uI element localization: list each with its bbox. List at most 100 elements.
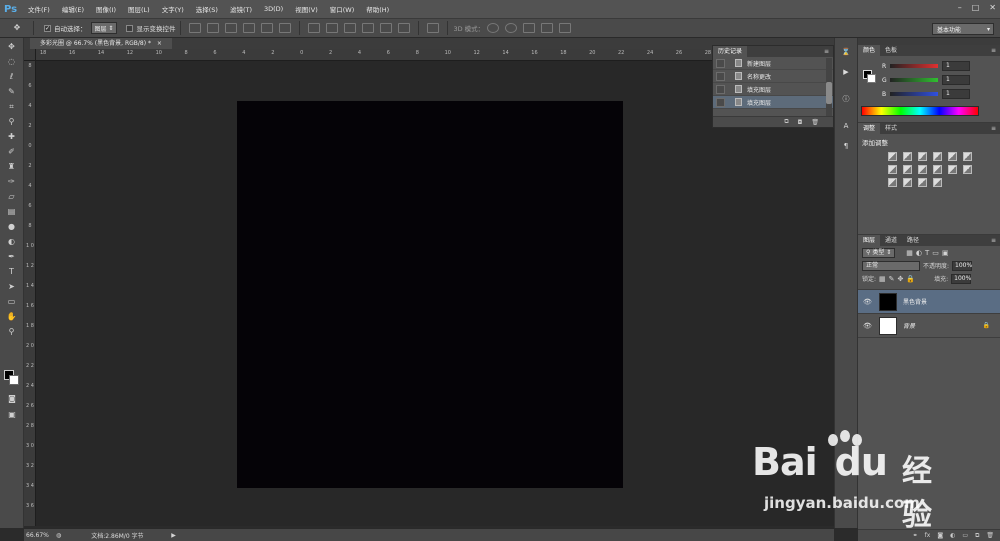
new-layer-icon[interactable]: ⧉	[975, 532, 979, 540]
new-group-icon[interactable]: ▭	[962, 532, 968, 539]
layer-row[interactable]: 👁 背景 🔒	[858, 314, 1000, 338]
tab-history[interactable]: 历史记录	[713, 46, 748, 57]
history-checkbox[interactable]	[716, 84, 725, 94]
filter-adjust-icon[interactable]: ◐	[916, 249, 922, 257]
menu-filter[interactable]: 滤镜(T)	[224, 4, 258, 14]
healing-brush-tool-icon[interactable]: ✚	[5, 131, 19, 143]
menu-window[interactable]: 窗口(W)	[324, 4, 361, 14]
auto-align-icon[interactable]	[427, 23, 440, 33]
lock-all-icon[interactable]: 🔒	[906, 275, 915, 283]
eyedropper-tool-icon[interactable]: ⚲	[5, 116, 19, 128]
filter-type-icon[interactable]: T	[925, 249, 929, 257]
levels-icon[interactable]	[903, 152, 912, 161]
rectangle-tool-icon[interactable]: ▭	[5, 296, 19, 308]
filter-pixel-icon[interactable]: ▦	[906, 249, 913, 257]
crop-tool-icon[interactable]: ⌗	[5, 101, 19, 113]
menu-select[interactable]: 选择(S)	[190, 4, 224, 14]
new-document-from-state-icon[interactable]: ⧉	[784, 118, 788, 126]
document-canvas[interactable]	[237, 101, 623, 488]
screen-mode-icon[interactable]: ▣	[5, 409, 19, 421]
color-background-swatch[interactable]	[867, 74, 876, 83]
tab-swatches[interactable]: 色板	[880, 45, 902, 56]
quick-mask-icon[interactable]: ◙	[5, 393, 19, 405]
clone-stamp-tool-icon[interactable]: ♜	[5, 161, 19, 173]
color-balance-icon[interactable]	[888, 165, 897, 174]
history-item[interactable]: 新建图层	[713, 57, 833, 70]
filter-shape-icon[interactable]: ▭	[932, 249, 939, 257]
tab-paths[interactable]: 路径	[902, 235, 924, 246]
distribute-left-icon[interactable]	[362, 23, 375, 33]
threshold-icon[interactable]	[903, 178, 912, 187]
opacity-field[interactable]: 100%	[952, 260, 972, 271]
pen-tool-icon[interactable]: ✒	[5, 251, 19, 263]
posterize-icon[interactable]	[888, 178, 897, 187]
menu-view[interactable]: 视图(V)	[289, 4, 324, 14]
red-value-field[interactable]: 1	[942, 61, 970, 71]
align-right-icon[interactable]	[279, 23, 292, 33]
align-vcenter-icon[interactable]	[207, 23, 220, 33]
canvas-area[interactable]	[36, 61, 834, 526]
gradient-tool-icon[interactable]: ▤	[5, 206, 19, 218]
blue-value-field[interactable]: 1	[942, 89, 970, 99]
tab-adjustments[interactable]: 调整	[858, 123, 881, 134]
dodge-tool-icon[interactable]: ◐	[5, 236, 19, 248]
workspace-dropdown[interactable]: 基本功能 ▾	[932, 23, 994, 35]
trash-icon[interactable]: 🗑	[811, 119, 819, 126]
menu-3d[interactable]: 3D(D)	[258, 5, 289, 13]
background-color-swatch[interactable]	[9, 375, 19, 385]
lock-pixels-icon[interactable]: ✎	[889, 275, 895, 283]
history-scrollbar[interactable]	[826, 58, 832, 116]
maximize-button[interactable]: □	[972, 3, 980, 12]
history-brush-tool-icon[interactable]: ✑	[5, 176, 19, 188]
panel-menu-icon[interactable]: ≡	[991, 237, 996, 244]
rotate-3d-icon[interactable]	[487, 23, 500, 33]
paragraph-panel-icon[interactable]: ¶	[839, 141, 853, 152]
channel-mixer-icon[interactable]	[933, 165, 942, 174]
brightness-contrast-icon[interactable]	[888, 152, 897, 161]
layer-filter-dropdown[interactable]: ⚲ 类型 ⇕	[862, 247, 896, 258]
marquee-tool-icon[interactable]: ◌	[5, 56, 19, 68]
lasso-tool-icon[interactable]: ℓ	[5, 71, 19, 83]
app-logo[interactable]: Ps	[4, 1, 22, 17]
filter-smart-icon[interactable]: ▣	[942, 249, 949, 257]
drag-3d-icon[interactable]	[523, 23, 536, 33]
brush-tool-icon[interactable]: ✐	[5, 146, 19, 158]
auto-select-dropdown[interactable]: 图层 ⇕	[90, 22, 118, 34]
auto-select-checkbox[interactable]: ✓	[44, 24, 51, 32]
history-checkbox[interactable]	[716, 71, 725, 81]
color-lookup-icon[interactable]	[948, 165, 957, 174]
green-value-field[interactable]: 1	[942, 75, 970, 85]
black-white-icon[interactable]	[903, 165, 912, 174]
move-tool-icon[interactable]: ✥	[5, 41, 19, 53]
show-transform-checkbox[interactable]	[126, 24, 134, 32]
tab-layers[interactable]: 图层	[858, 235, 881, 246]
tab-styles[interactable]: 样式	[880, 123, 902, 134]
menu-image[interactable]: 图像(I)	[90, 4, 122, 14]
fill-field[interactable]: 100%	[951, 273, 971, 284]
status-menu-arrow-icon[interactable]: ▶	[171, 532, 176, 539]
tab-channels[interactable]: 通道	[880, 235, 902, 246]
history-checkbox[interactable]	[716, 97, 725, 107]
menu-layer[interactable]: 图层(L)	[122, 4, 156, 14]
ruler-origin[interactable]	[24, 49, 36, 61]
move-tool-preset-icon[interactable]: ✥	[10, 22, 24, 34]
history-item[interactable]: 填充图层	[713, 83, 833, 96]
panel-menu-icon[interactable]: ≡	[824, 48, 829, 55]
menu-type[interactable]: 文字(Y)	[156, 4, 190, 14]
align-bottom-icon[interactable]	[225, 23, 238, 33]
scrollbar-thumb[interactable]	[826, 82, 832, 104]
history-item-selected[interactable]: 填充图层	[713, 96, 833, 109]
layer-name[interactable]: 背景	[903, 321, 915, 330]
visibility-eye-icon[interactable]: 👁	[863, 298, 873, 306]
gradient-map-icon[interactable]	[933, 178, 942, 187]
menu-edit[interactable]: 编辑(E)	[56, 4, 90, 14]
distribute-hcenter-icon[interactable]	[380, 23, 393, 33]
info-panel-icon[interactable]: ⓘ	[839, 94, 853, 105]
lock-transparent-icon[interactable]: ▦	[879, 275, 886, 283]
snapshot-camera-icon[interactable]: ◘	[798, 119, 803, 126]
blur-tool-icon[interactable]: ●	[5, 221, 19, 233]
distribute-top-icon[interactable]	[308, 23, 321, 33]
distribute-bottom-icon[interactable]	[344, 23, 357, 33]
quick-select-tool-icon[interactable]: ✎	[5, 86, 19, 98]
red-slider[interactable]	[890, 64, 938, 68]
